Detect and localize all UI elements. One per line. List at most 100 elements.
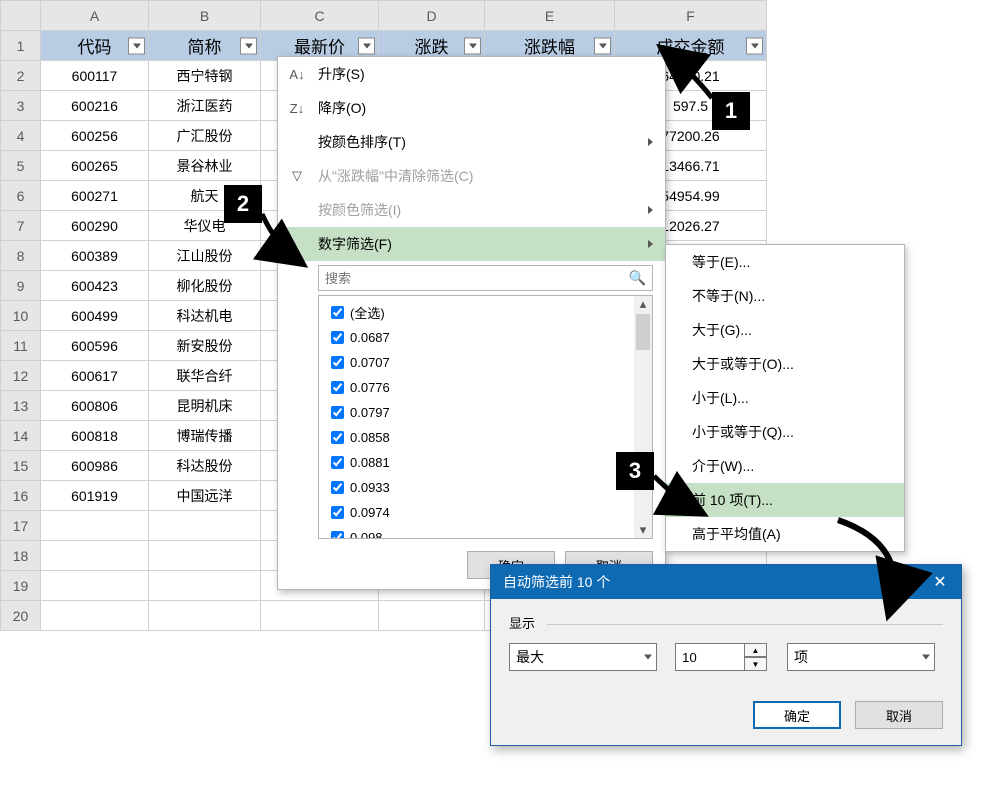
row-header[interactable]: 8 bbox=[1, 241, 41, 271]
cell[interactable]: 601919 bbox=[41, 481, 149, 511]
submenu-gt[interactable]: 大于(G)... bbox=[666, 313, 904, 347]
filter-dropdown-icon[interactable] bbox=[464, 37, 481, 54]
cell[interactable]: 600499 bbox=[41, 301, 149, 331]
row-header[interactable]: 10 bbox=[1, 301, 41, 331]
spinner-up-icon[interactable]: ▲ bbox=[745, 643, 767, 657]
col-header-C[interactable]: C bbox=[261, 1, 379, 31]
cell[interactable]: 600806 bbox=[41, 391, 149, 421]
list-item[interactable]: 0.0687 bbox=[327, 325, 650, 350]
help-icon[interactable]: ? bbox=[905, 574, 913, 590]
cell[interactable]: 江山股份 bbox=[149, 241, 261, 271]
cell[interactable] bbox=[41, 571, 149, 601]
row-header[interactable]: 7 bbox=[1, 211, 41, 241]
cell[interactable]: 中国远洋 bbox=[149, 481, 261, 511]
cell[interactable]: 景谷林业 bbox=[149, 151, 261, 181]
cell[interactable]: 600256 bbox=[41, 121, 149, 151]
row-header[interactable]: 2 bbox=[1, 61, 41, 91]
submenu-neq[interactable]: 不等于(N)... bbox=[666, 279, 904, 313]
row-header[interactable]: 19 bbox=[1, 571, 41, 601]
row-header[interactable]: 11 bbox=[1, 331, 41, 361]
filter-dropdown-icon[interactable] bbox=[594, 37, 611, 54]
filter-search-box[interactable]: 🔍 bbox=[318, 265, 653, 291]
row-header[interactable]: 3 bbox=[1, 91, 41, 121]
cell[interactable]: 600265 bbox=[41, 151, 149, 181]
cell[interactable] bbox=[149, 541, 261, 571]
row-header[interactable]: 13 bbox=[1, 391, 41, 421]
count-spinner[interactable]: ▲ ▼ bbox=[675, 643, 769, 671]
dialog-cancel-button[interactable]: 取消 bbox=[855, 701, 943, 729]
list-item[interactable]: 0.0974 bbox=[327, 500, 650, 525]
col-header-A[interactable]: A bbox=[41, 1, 149, 31]
row-header[interactable]: 12 bbox=[1, 361, 41, 391]
scroll-down-icon[interactable]: ▾ bbox=[634, 522, 652, 538]
filter-dropdown-icon[interactable] bbox=[240, 37, 257, 54]
submenu-above-avg[interactable]: 高于平均值(A) bbox=[666, 517, 904, 551]
cell[interactable]: 600216 bbox=[41, 91, 149, 121]
checkbox[interactable] bbox=[331, 431, 344, 444]
filter-header-name[interactable]: 简称 bbox=[149, 31, 261, 61]
submenu-gte[interactable]: 大于或等于(O)... bbox=[666, 347, 904, 381]
spinner-down-icon[interactable]: ▼ bbox=[745, 657, 767, 671]
sort-asc-item[interactable]: A↓ 升序(S) bbox=[278, 57, 665, 91]
cell[interactable]: 广汇股份 bbox=[149, 121, 261, 151]
submenu-lt[interactable]: 小于(L)... bbox=[666, 381, 904, 415]
col-header-F[interactable]: F bbox=[615, 1, 767, 31]
submenu-between[interactable]: 介于(W)... bbox=[666, 449, 904, 483]
direction-combo[interactable]: 最大 bbox=[509, 643, 657, 671]
filter-dropdown-icon[interactable] bbox=[746, 37, 763, 54]
count-input[interactable] bbox=[675, 643, 745, 671]
list-item[interactable]: 0.0707 bbox=[327, 350, 650, 375]
list-item[interactable]: 0.0776 bbox=[327, 375, 650, 400]
submenu-top10[interactable]: 前 10 项(T)... bbox=[666, 483, 904, 517]
cell[interactable]: 西宁特钢 bbox=[149, 61, 261, 91]
unit-combo[interactable]: 项 bbox=[787, 643, 935, 671]
cell[interactable]: 新安股份 bbox=[149, 331, 261, 361]
cell[interactable]: 600818 bbox=[41, 421, 149, 451]
checkbox[interactable] bbox=[331, 306, 344, 319]
cell[interactable]: 600423 bbox=[41, 271, 149, 301]
row-header[interactable]: 20 bbox=[1, 601, 41, 631]
cell[interactable]: 600271 bbox=[41, 181, 149, 211]
list-item[interactable]: 0.098 bbox=[327, 525, 650, 539]
sort-by-color-item[interactable]: 按颜色排序(T) bbox=[278, 125, 665, 159]
cell[interactable]: 600986 bbox=[41, 451, 149, 481]
scrollbar[interactable]: ▴ ▾ bbox=[634, 296, 652, 538]
cell[interactable]: 浙江医药 bbox=[149, 91, 261, 121]
close-icon[interactable]: ✕ bbox=[919, 565, 961, 599]
sort-desc-item[interactable]: Z↓ 降序(O) bbox=[278, 91, 665, 125]
cell[interactable]: 联华合纤 bbox=[149, 361, 261, 391]
row-header[interactable]: 4 bbox=[1, 121, 41, 151]
row-header[interactable]: 14 bbox=[1, 421, 41, 451]
cell[interactable]: 博瑞传播 bbox=[149, 421, 261, 451]
list-item[interactable]: 0.0858 bbox=[327, 425, 650, 450]
list-item[interactable]: (全选) bbox=[327, 300, 650, 325]
dialog-titlebar[interactable]: 自动筛选前 10 个 ? ✕ bbox=[491, 565, 961, 599]
scrollbar-thumb[interactable] bbox=[636, 314, 650, 350]
row-header[interactable]: 16 bbox=[1, 481, 41, 511]
row-header[interactable]: 9 bbox=[1, 271, 41, 301]
cell[interactable] bbox=[379, 601, 485, 631]
row-header[interactable]: 5 bbox=[1, 151, 41, 181]
cell[interactable] bbox=[149, 571, 261, 601]
cell[interactable] bbox=[149, 601, 261, 631]
submenu-eq[interactable]: 等于(E)... bbox=[666, 245, 904, 279]
checkbox[interactable] bbox=[331, 456, 344, 469]
cell[interactable]: 600117 bbox=[41, 61, 149, 91]
cell[interactable] bbox=[149, 511, 261, 541]
cell[interactable]: 昆明机床 bbox=[149, 391, 261, 421]
cell[interactable]: 600596 bbox=[41, 331, 149, 361]
checkbox[interactable] bbox=[331, 406, 344, 419]
search-input[interactable] bbox=[319, 270, 652, 287]
list-item[interactable]: 0.0933 bbox=[327, 475, 650, 500]
cell[interactable]: 600290 bbox=[41, 211, 149, 241]
row-header[interactable]: 6 bbox=[1, 181, 41, 211]
cell[interactable] bbox=[41, 541, 149, 571]
filter-header-code[interactable]: 代码 bbox=[41, 31, 149, 61]
cell[interactable] bbox=[261, 601, 379, 631]
filter-dropdown-icon[interactable] bbox=[358, 37, 375, 54]
checkbox[interactable] bbox=[331, 506, 344, 519]
cell[interactable]: 柳化股份 bbox=[149, 271, 261, 301]
cell[interactable]: 科达机电 bbox=[149, 301, 261, 331]
cell[interactable]: 600389 bbox=[41, 241, 149, 271]
row-header[interactable]: 1 bbox=[1, 31, 41, 61]
